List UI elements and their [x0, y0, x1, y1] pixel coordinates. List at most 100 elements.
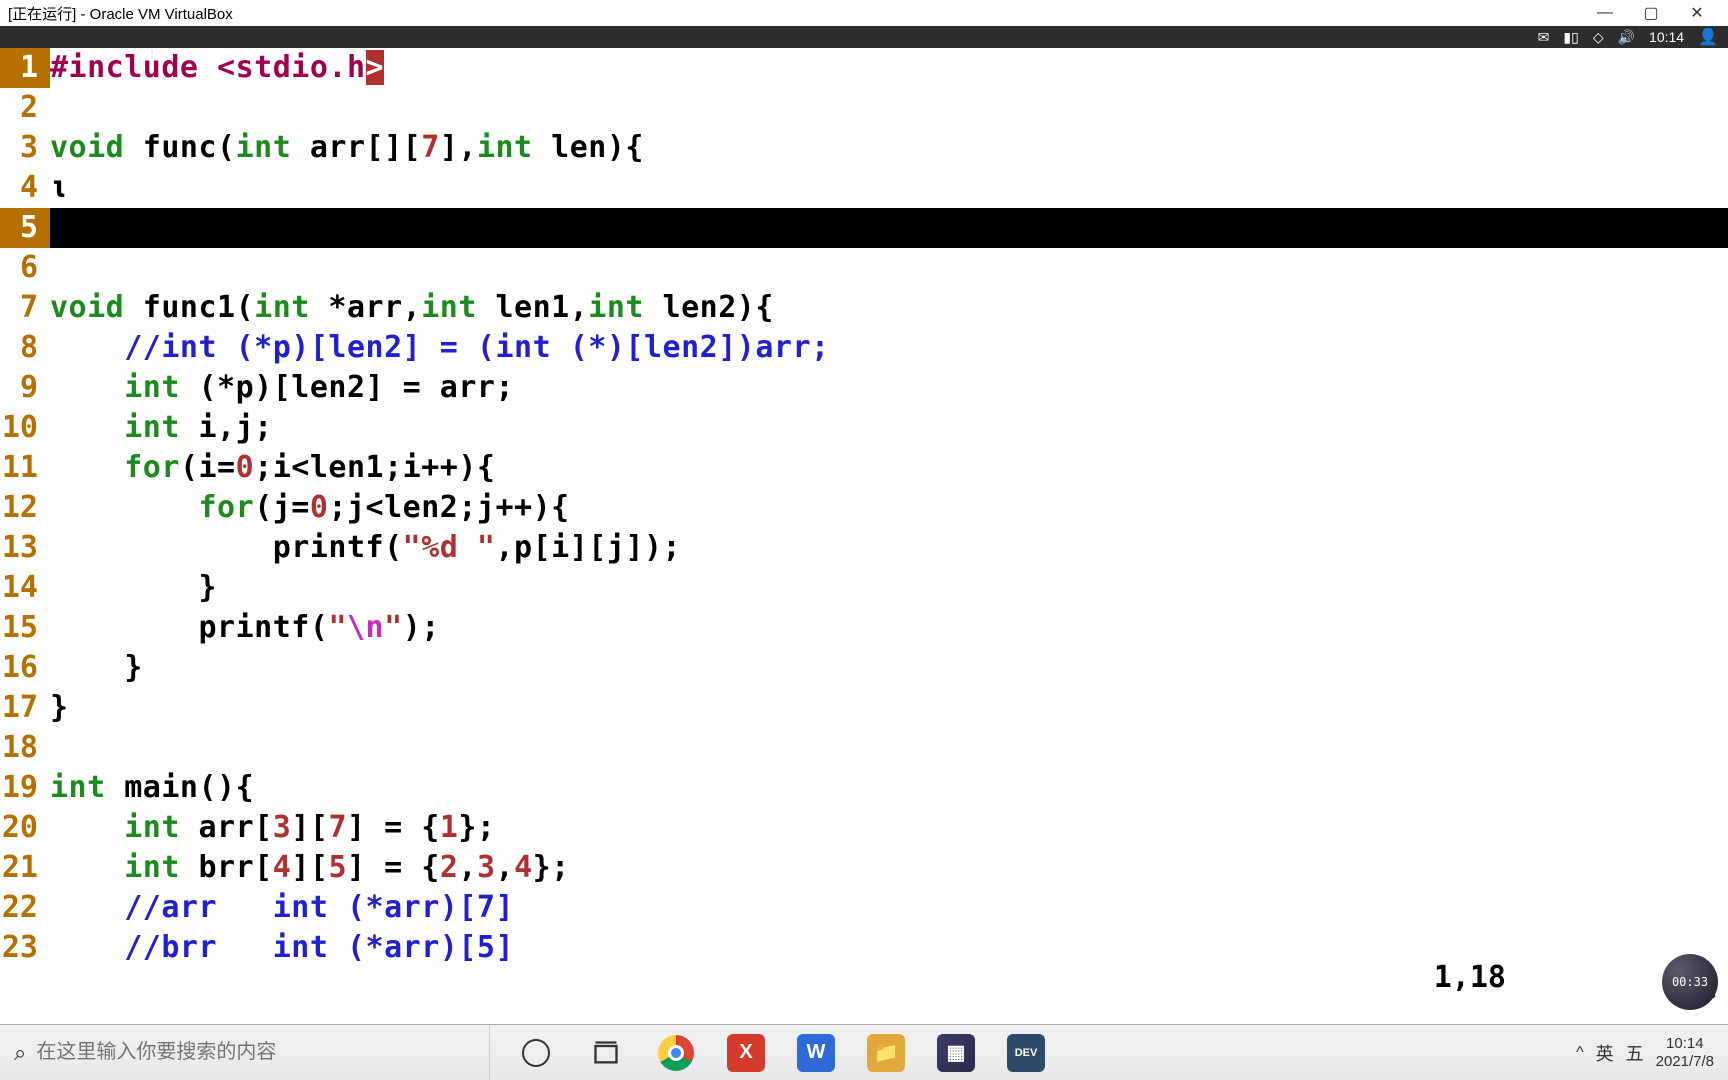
line-number: 22 [0, 888, 50, 928]
line-number: 4 [0, 168, 50, 208]
tray-chevron-icon[interactable]: ^ [1576, 1044, 1584, 1062]
code-line[interactable]: 2 [0, 88, 1728, 128]
code-text: } [50, 568, 1728, 608]
line-number: 23 [0, 928, 50, 968]
close-button[interactable]: ✕ [1674, 3, 1720, 23]
code-line[interactable]: 19int main(){ [0, 768, 1728, 808]
code-text: } [50, 688, 1728, 728]
chrome-icon[interactable] [656, 1033, 696, 1073]
line-number: 5 [0, 208, 50, 248]
code-line[interactable]: 5} [0, 208, 1728, 248]
code-line[interactable]: 3void func(int arr[][7],int len){ [0, 128, 1728, 168]
line-number: 3 [0, 128, 50, 168]
code-text: printf("\n"); [50, 608, 1728, 648]
line-number: 19 [0, 768, 50, 808]
guest-menubar: ✉ ▮▯ ◇ 🔊 10:14 👤 [0, 26, 1728, 48]
code-text: void func1(int *arr,int len1,int len2){ [50, 288, 1728, 328]
line-number: 16 [0, 648, 50, 688]
minimize-button[interactable]: — [1582, 4, 1628, 22]
ime-lang1[interactable]: 英 [1596, 1040, 1614, 1066]
line-number: 18 [0, 728, 50, 768]
code-text: int i,j; [50, 408, 1728, 448]
code-line[interactable]: 6 [0, 248, 1728, 288]
code-line[interactable]: 18 [0, 728, 1728, 768]
line-number: 14 [0, 568, 50, 608]
floating-widget[interactable]: 00:33 [1662, 954, 1718, 1010]
line-number: 13 [0, 528, 50, 568]
code-line[interactable]: 8 //int (*p)[len2] = (int (*)[len2])arr; [0, 328, 1728, 368]
code-line[interactable]: 1#include <stdio.h> [0, 48, 1728, 88]
volume-icon[interactable]: 🔊 [1618, 29, 1635, 46]
code-text: #include <stdio.h> [50, 48, 1728, 88]
code-text: int arr[3][7] = {1}; [50, 808, 1728, 848]
mail-icon[interactable]: ✉ [1538, 29, 1550, 46]
taskview-icon[interactable] [586, 1033, 626, 1073]
explorer-icon[interactable]: 📁 [866, 1033, 906, 1073]
search-input[interactable] [36, 1041, 475, 1064]
window-title: [正在运行] - Oracle VM VirtualBox [8, 3, 233, 24]
code-text [50, 88, 1728, 128]
vmware-icon[interactable]: ▦ [936, 1033, 976, 1073]
cortana-icon[interactable] [516, 1033, 556, 1073]
code-text: for(i=0;i<len1;i++){ [50, 448, 1728, 488]
code-text: ι [50, 168, 1728, 208]
code-line[interactable]: 9 int (*p)[len2] = arr; [0, 368, 1728, 408]
code-text: int brr[4][5] = {2,3,4}; [50, 848, 1728, 888]
line-number: 12 [0, 488, 50, 528]
code-line[interactable]: 15 printf("\n"); [0, 608, 1728, 648]
xshell-icon[interactable]: X [726, 1033, 766, 1073]
wps-icon[interactable]: W [796, 1033, 836, 1073]
code-line[interactable]: 21 int brr[4][5] = {2,3,4}; [0, 848, 1728, 888]
line-number: 10 [0, 408, 50, 448]
ime-lang2[interactable]: 五 [1626, 1040, 1644, 1066]
line-number: 20 [0, 808, 50, 848]
code-line[interactable]: 4ι [0, 168, 1728, 208]
battery-icon[interactable]: ▮▯ [1563, 29, 1578, 46]
search-icon: ⌕ [14, 1040, 26, 1066]
code-line[interactable]: 13 printf("%d ",p[i][j]); [0, 528, 1728, 568]
code-text: void func(int arr[][7],int len){ [50, 128, 1728, 168]
code-text: //int (*p)[len2] = (int (*)[len2])arr; [50, 328, 1728, 368]
tray-clock[interactable]: 10:14 2021/7/8 [1656, 1035, 1714, 1071]
code-text: int main(){ [50, 768, 1728, 808]
line-number: 2 [0, 88, 50, 128]
search-box[interactable]: ⌕ [0, 1025, 490, 1080]
cursor-position: 1,18 [1434, 960, 1506, 1004]
code-text [50, 248, 1728, 288]
code-text: printf("%d ",p[i][j]); [50, 528, 1728, 568]
code-line[interactable]: 20 int arr[3][7] = {1}; [0, 808, 1728, 848]
code-line[interactable]: 12 for(j=0;j<len2;j++){ [0, 488, 1728, 528]
system-tray: ^ 英 五 10:14 2021/7/8 [1562, 1035, 1728, 1071]
maximize-button[interactable]: ▢ [1628, 3, 1674, 23]
line-number: 21 [0, 848, 50, 888]
code-text: } [50, 648, 1728, 688]
devcpp-icon[interactable]: DEV [1006, 1033, 1046, 1073]
code-line[interactable]: 7void func1(int *arr,int len1,int len2){ [0, 288, 1728, 328]
code-line[interactable]: 22 //arr int (*arr)[7] [0, 888, 1728, 928]
code-text: //arr int (*arr)[7] [50, 888, 1728, 928]
line-number: 1 [0, 48, 50, 88]
line-number: 17 [0, 688, 50, 728]
code-text: int (*p)[len2] = arr; [50, 368, 1728, 408]
code-line[interactable]: 10 int i,j; [0, 408, 1728, 448]
code-editor[interactable]: 1#include <stdio.h>23void func(int arr[]… [0, 48, 1728, 1008]
line-number: 9 [0, 368, 50, 408]
taskbar-icons: X W 📁 ▦ DEV [490, 1033, 1072, 1073]
code-line[interactable]: 17} [0, 688, 1728, 728]
code-line[interactable]: 11 for(i=0;i<len1;i++){ [0, 448, 1728, 488]
line-number: 6 [0, 248, 50, 288]
code-line[interactable]: 14 } [0, 568, 1728, 608]
line-number: 11 [0, 448, 50, 488]
line-number: 7 [0, 288, 50, 328]
code-text [50, 728, 1728, 768]
code-text: for(j=0;j<len2;j++){ [50, 488, 1728, 528]
code-text: } [50, 208, 1728, 248]
titlebar: [正在运行] - Oracle VM VirtualBox — ▢ ✕ [0, 0, 1728, 26]
code-line[interactable]: 16 } [0, 648, 1728, 688]
menubar-time[interactable]: 10:14 [1649, 29, 1684, 45]
wifi-icon[interactable]: ◇ [1593, 29, 1604, 46]
taskbar: ⌕ X W 📁 ▦ DEV ^ 英 五 10:14 2021/7/8 [0, 1024, 1728, 1080]
user-icon[interactable]: 👤 [1698, 27, 1718, 47]
line-number: 8 [0, 328, 50, 368]
line-number: 15 [0, 608, 50, 648]
